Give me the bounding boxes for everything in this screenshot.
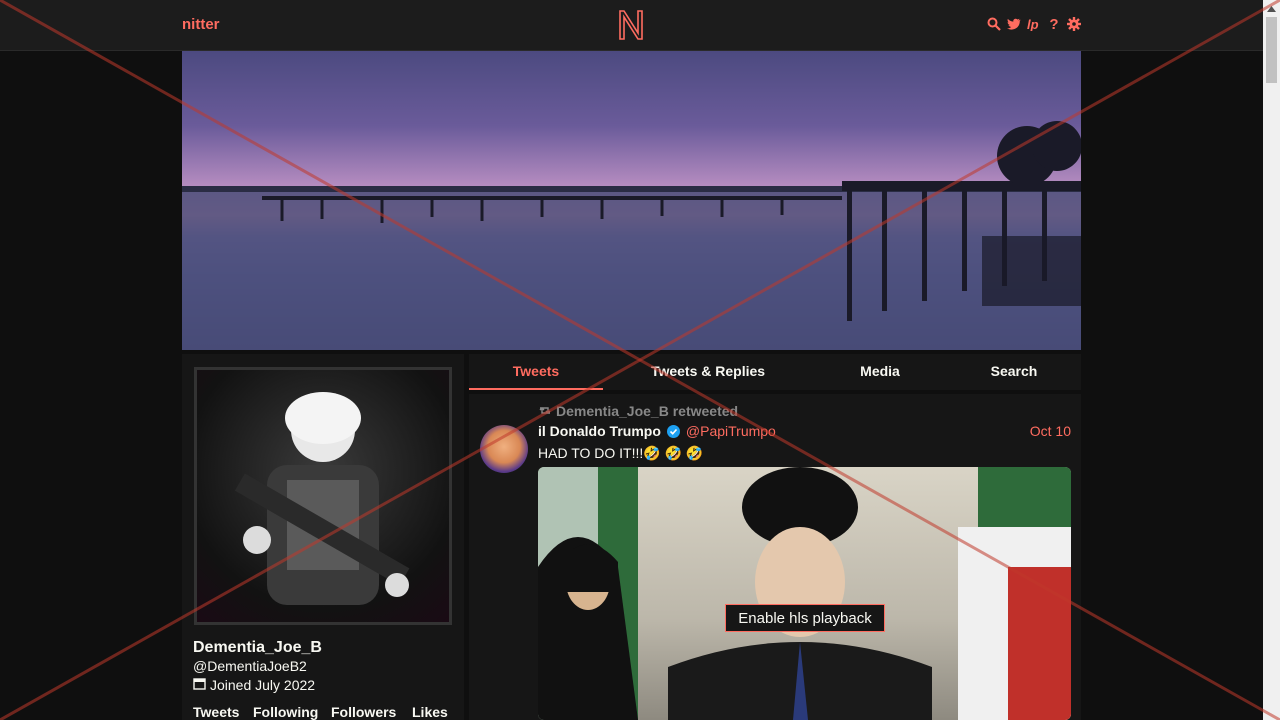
tab-search[interactable]: Search <box>947 354 1081 390</box>
profile-avatar[interactable] <box>194 367 452 625</box>
tweet-header: il Donaldo Trumpo @PapiTrumpo Oct 10 <box>538 423 1071 439</box>
retweet-icon <box>538 403 552 419</box>
tweet-date[interactable]: Oct 10 <box>1030 423 1071 439</box>
gear-icon[interactable] <box>1067 15 1081 33</box>
navbar: nitter lp ? <box>0 0 1263 51</box>
calendar-icon <box>193 677 206 693</box>
nitter-logo[interactable] <box>617 9 645 41</box>
timeline-tabs: Tweets Tweets & Replies Media Search <box>469 354 1081 390</box>
site-name-link[interactable]: nitter <box>182 16 220 33</box>
stat-tweets[interactable]: Tweets <box>193 704 253 720</box>
scroll-up-icon[interactable] <box>1263 0 1280 17</box>
nav-icons: lp ? <box>987 15 1081 33</box>
stat-likes[interactable]: Likes <box>412 704 448 720</box>
tweet-avatar[interactable] <box>480 425 528 473</box>
page-scrollbar[interactable] <box>1263 0 1280 720</box>
svg-text:lp: lp <box>1027 17 1039 31</box>
help-icon[interactable]: ? <box>1047 15 1061 33</box>
tweet-fullname[interactable]: il Donaldo Trumpo <box>538 423 661 439</box>
verified-badge-icon <box>666 424 680 438</box>
twitter-icon[interactable] <box>1007 15 1021 33</box>
profile-banner[interactable] <box>182 51 1081 350</box>
profile-joined: Joined July 2022 <box>193 677 315 693</box>
stat-following[interactable]: Following <box>253 704 331 720</box>
retweet-header: Dementia_Joe_B retweeted <box>538 403 738 419</box>
scrollbar-thumb[interactable] <box>1266 17 1277 83</box>
joined-label: Joined July 2022 <box>210 677 316 693</box>
tweet-video[interactable] <box>538 467 1071 720</box>
tab-media[interactable]: Media <box>813 354 947 390</box>
tweet-text: HAD TO DO IT!!!🤣 🤣 🤣 <box>538 445 704 461</box>
search-icon[interactable] <box>987 15 1001 33</box>
tab-tweets[interactable]: Tweets <box>469 354 603 390</box>
enable-hls-playback-button[interactable]: Enable hls playback <box>725 604 885 632</box>
tweet-username[interactable]: @PapiTrumpo <box>686 423 776 439</box>
profile-fullname[interactable]: Dementia_Joe_B <box>193 639 322 657</box>
profile-username[interactable]: @DementiaJoeB2 <box>193 658 307 674</box>
retweet-label: Dementia_Joe_B retweeted <box>556 403 739 419</box>
profile-stats: Tweets Following Followers Likes <box>193 704 448 720</box>
rss-icon[interactable]: lp <box>1027 15 1041 33</box>
tab-tweets-replies[interactable]: Tweets & Replies <box>603 354 813 390</box>
stat-followers[interactable]: Followers <box>331 704 412 720</box>
